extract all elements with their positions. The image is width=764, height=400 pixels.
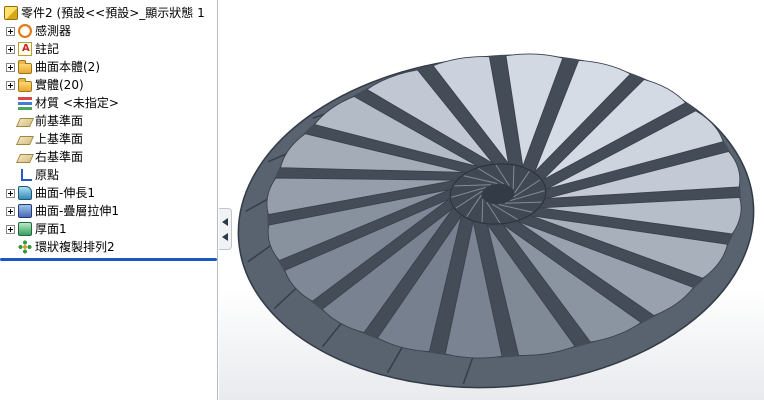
tree-item-circular-pattern2[interactable]: 環狀複製排列2	[0, 238, 217, 256]
surface-loft-icon	[18, 204, 32, 218]
tree-item-material[interactable]: 材質 <未指定>	[0, 94, 217, 112]
part-icon	[4, 6, 18, 20]
tree-item-label: 原點	[35, 168, 60, 182]
tree-item-label: 前基準面	[35, 114, 84, 128]
tree-item-surface-loft1[interactable]: 曲面-疊層拉伸1	[0, 202, 217, 220]
tree-item-label: 曲面-伸長1	[35, 186, 95, 200]
tree-item-surface-extrude1[interactable]: 曲面-伸長1	[0, 184, 217, 202]
plane-icon	[15, 118, 35, 127]
expand-plus-icon[interactable]	[6, 206, 15, 216]
circular-pattern-icon	[18, 240, 32, 254]
tree-item-label: 註記	[35, 42, 60, 56]
tree-item-origin[interactable]: 原點	[0, 166, 217, 184]
material-icon	[18, 96, 32, 110]
expand-plus-icon[interactable]	[6, 80, 15, 90]
tree-item-thicken1[interactable]: 厚面1	[0, 220, 217, 238]
tree-item-front-plane[interactable]: 前基準面	[0, 112, 217, 130]
tree-root-label: 零件2 (預設<<預設>_顯示狀態 1	[21, 6, 205, 20]
tree-item-solid-bodies[interactable]: 實體(20)	[0, 76, 217, 94]
tree-item-surface-bodies[interactable]: 曲面本體(2)	[0, 58, 217, 76]
rollback-bar[interactable]	[0, 258, 217, 261]
solid-bodies-folder-icon	[18, 78, 32, 92]
tree-item-label: 厚面1	[35, 222, 67, 236]
expand-plus-icon[interactable]	[6, 44, 15, 54]
plane-icon	[15, 136, 35, 145]
annotations-icon	[18, 42, 32, 56]
feature-tree-panel: 零件2 (預設<<預設>_顯示狀態 1 感測器 註記 曲面本體(2) 實體(20…	[0, 0, 218, 400]
tree-item-label: 實體(20)	[35, 78, 84, 92]
tree-item-label: 感測器	[35, 24, 72, 38]
graphics-viewport[interactable]	[219, 0, 764, 400]
expand-plus-icon[interactable]	[6, 62, 15, 72]
origin-icon	[18, 168, 32, 182]
tree-item-right-plane[interactable]: 右基準面	[0, 148, 217, 166]
tree-item-top-plane[interactable]: 上基準面	[0, 130, 217, 148]
collapse-left-icon	[222, 232, 228, 241]
panel-collapse-handle[interactable]	[219, 208, 232, 250]
tree-item-annotations[interactable]: 註記	[0, 40, 217, 58]
tree-item-label: 環狀複製排列2	[35, 240, 115, 254]
tree-item-sensors[interactable]: 感測器	[0, 22, 217, 40]
tree-item-label: 曲面本體(2)	[35, 60, 100, 74]
expand-plus-icon[interactable]	[6, 26, 15, 36]
collapse-left-icon	[222, 217, 228, 226]
tree-item-label: 右基準面	[35, 150, 84, 164]
expand-plus-icon[interactable]	[6, 188, 15, 198]
surface-bodies-folder-icon	[18, 60, 32, 74]
expand-plus-icon[interactable]	[6, 224, 15, 234]
tree-item-label: 曲面-疊層拉伸1	[35, 204, 119, 218]
tree-item-label: 材質 <未指定>	[35, 96, 119, 110]
sensors-icon	[18, 24, 32, 38]
surface-extrude-icon	[18, 186, 32, 200]
3d-model-impeller[interactable]	[219, 0, 764, 400]
tree-item-label: 上基準面	[35, 132, 84, 146]
tree-root-part[interactable]: 零件2 (預設<<預設>_顯示狀態 1	[0, 4, 217, 22]
thicken-icon	[18, 222, 32, 236]
plane-icon	[15, 154, 35, 163]
